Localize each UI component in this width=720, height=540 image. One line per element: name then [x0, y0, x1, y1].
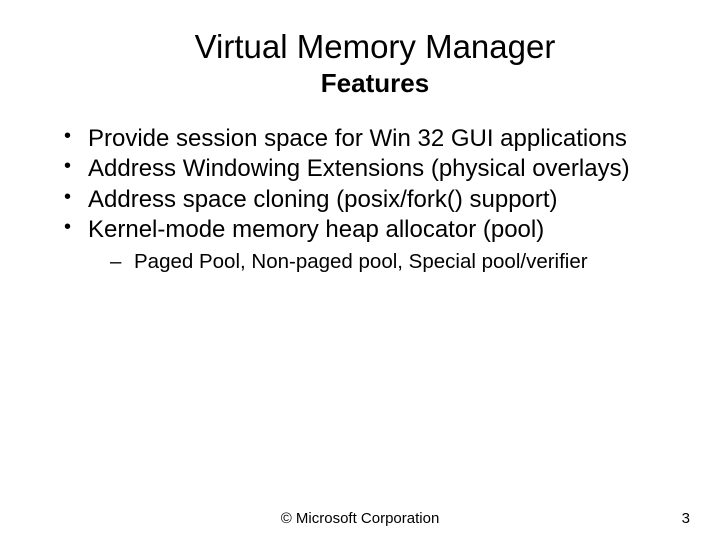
slide-subtitle: Features [80, 68, 670, 99]
bullet-item: Kernel-mode memory heap allocator (pool)… [60, 216, 670, 275]
footer-page-number: 3 [682, 510, 690, 527]
slide-body: Provide session space for Win 32 GUI app… [50, 125, 670, 520]
bullet-item: Provide session space for Win 32 GUI app… [60, 125, 670, 153]
bullet-list: Provide session space for Win 32 GUI app… [60, 125, 670, 275]
bullet-item-text: Kernel-mode memory heap allocator (pool) [88, 216, 544, 243]
slide-title: Virtual Memory Manager [80, 28, 670, 66]
sub-bullet-item: Paged Pool, Non-paged pool, Special pool… [108, 250, 670, 275]
bullet-item: Address space cloning (posix/fork() supp… [60, 186, 670, 214]
footer-copyright: © Microsoft Corporation [281, 510, 440, 527]
sub-bullet-list: Paged Pool, Non-paged pool, Special pool… [88, 250, 670, 275]
slide: Virtual Memory Manager Features Provide … [0, 0, 720, 540]
bullet-item: Address Windowing Extensions (physical o… [60, 155, 670, 183]
